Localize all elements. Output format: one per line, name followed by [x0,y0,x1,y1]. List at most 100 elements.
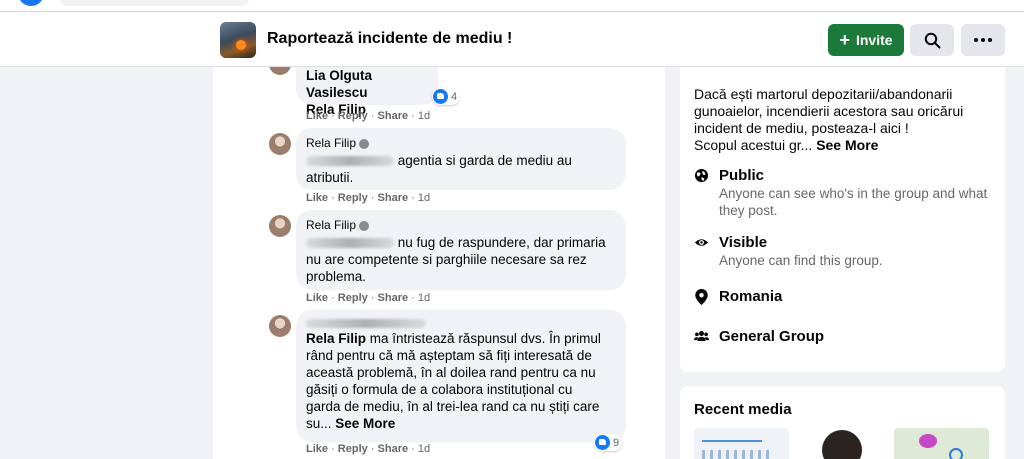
wave-icon [359,220,370,231]
description-line: Scopul acestui gr... [694,137,813,153]
comment-text: nu fug de raspundere, dar primaria nu ar… [306,234,616,285]
reaction-count[interactable]: 9 [594,434,623,451]
comment-text-line: nu are competente si parghiile necesare … [306,252,587,267]
comment-actions: Like · Reply · Share · 1d [306,192,431,204]
about-panel: Dacă ești martorul depozitarii/abandonar… [680,67,1005,372]
comment-bubble: Lia Olguta Vasilescu Rela Filip [296,67,438,117]
comment-bubble: Rela Filip ma întristează răspunsul dvs.… [296,310,626,442]
comment-actions: Like · Reply · Share · 1d [306,292,431,304]
redacted-mention [306,156,394,167]
invite-label: Invite [855,32,893,48]
search-icon [924,32,940,48]
share-link[interactable]: Share [378,110,409,122]
share-link[interactable]: Share [378,192,409,204]
location-name[interactable]: Romania [719,288,782,306]
visibility-description: Anyone can find this group. [719,253,883,268]
like-link[interactable]: Like [306,192,328,204]
comment-time[interactable]: 1d [418,443,430,455]
see-more-link[interactable]: See More [335,416,395,431]
plus-icon: + [839,30,850,50]
description-line: incident de mediu, posteaza-l aici ! [694,120,909,136]
comment-text-line: nu fug de raspundere, dar primaria [397,235,606,250]
reply-link[interactable]: Reply [338,192,368,204]
comment-text-line: problema. [306,269,367,284]
top-search-input[interactable] [58,0,250,6]
like-icon [595,435,610,450]
comment-text: Rela Filip ma întristează răspunsul dvs.… [306,330,616,432]
media-thumbnail[interactable] [894,428,989,459]
people-icon [694,329,709,345]
comment-time[interactable]: 1d [418,292,430,304]
like-icon [433,89,448,104]
like-link[interactable]: Like [306,110,328,122]
group-title[interactable]: Raportează incidente de mediu ! [267,30,512,48]
avatar[interactable] [269,315,291,337]
comment-text-line: su... [306,416,332,431]
comment-author [306,316,616,330]
group-cover-thumbnail[interactable] [220,22,256,58]
media-thumbnail[interactable] [794,428,889,459]
eye-icon [694,235,709,251]
comment-time[interactable]: 1d [418,110,430,122]
comment-text-line: agentia si garda de mediu au [397,153,572,168]
comment-text-line: ma întristează răspunsul dvs. În primul [369,331,601,346]
comment-text-line: rând pentru că mă așteptam să fiți inter… [306,348,592,363]
tagged-name[interactable]: Lia Olguta Vasilescu [306,67,428,101]
reaction-number: 9 [613,436,620,449]
privacy-description: Anyone can see who's in the group and wh… [719,186,988,218]
comment-text-line: atributii. [306,170,354,185]
more-options-button[interactable] [961,24,1005,56]
share-link[interactable]: Share [378,292,409,304]
avatar[interactable] [269,67,291,75]
like-link[interactable]: Like [306,292,328,304]
invite-button[interactable]: + Invite [828,24,904,56]
comment-author: Rela Filip [306,135,616,152]
comment-text: agentia si garda de mediu au atributii. [306,152,616,186]
media-thumbnail[interactable] [694,428,789,459]
reaction-count[interactable]: 4 [432,88,461,105]
comment-time[interactable]: 1d [418,192,430,204]
wave-icon [359,138,370,149]
redacted-mention [306,238,394,249]
share-link[interactable]: Share [378,443,409,455]
comment-text-line: garda de mediu, în al trei-lea rand ca n… [306,399,600,414]
reply-link[interactable]: Reply [338,443,368,455]
reply-link[interactable]: Reply [338,292,368,304]
like-link[interactable]: Like [306,443,328,455]
more-icon [974,38,992,42]
see-more-link[interactable]: See More [816,137,878,153]
description-line: gunoaielor, incendierii acestora sau ori… [694,103,964,119]
description-line: Dacă ești martorul depozitarii/abandonar… [694,86,953,102]
comment-author-name[interactable]: Rela Filip [306,135,356,152]
comment-author-name[interactable]: Rela Filip [306,217,356,234]
globe-icon [694,168,709,184]
group-header: Raportează incidente de mediu ! + Invite [0,13,1024,67]
group-description: Dacă ești martorul depozitarii/abandonar… [694,86,994,154]
comment-text-line: această problemă, în al doilea rand pent… [306,365,596,380]
group-type-info: General Group [694,328,824,346]
location-pin-icon [694,289,709,305]
mentioned-user[interactable]: Rela Filip [306,331,366,346]
recent-media-title[interactable]: Recent media [694,401,792,418]
privacy-info: Public Anyone can see who's in the group… [694,167,999,219]
visibility-info: Visible Anyone can find this group. [694,234,999,269]
reaction-number: 4 [451,90,458,103]
comment-bubble: Rela Filip agentia si garda de mediu au … [296,128,626,190]
comment-bubble: Rela Filip nu fug de raspundere, dar pri… [296,210,626,290]
search-button[interactable] [910,24,954,56]
group-type: General Group [719,328,825,345]
comment-actions: Like · Reply · Share · 1d [306,443,431,455]
redacted-author-name [306,318,426,328]
comment-text-line: găsiți o formula de a colabora instituți… [306,382,573,397]
comments-panel: Lia Olguta Vasilescu Rela Filip 4 Like ·… [213,67,665,459]
privacy-title: Public [719,167,765,184]
comment-actions: Like · Reply · Share · 1d [306,110,431,122]
avatar[interactable] [269,215,291,237]
avatar[interactable] [269,133,291,155]
location-info: Romania [694,288,782,306]
facebook-logo-icon[interactable] [18,0,44,6]
recent-media-panel: Recent media [680,386,1005,459]
reply-link[interactable]: Reply [338,110,368,122]
comment-author: Rela Filip [306,217,616,234]
visibility-title: Visible [719,234,768,251]
